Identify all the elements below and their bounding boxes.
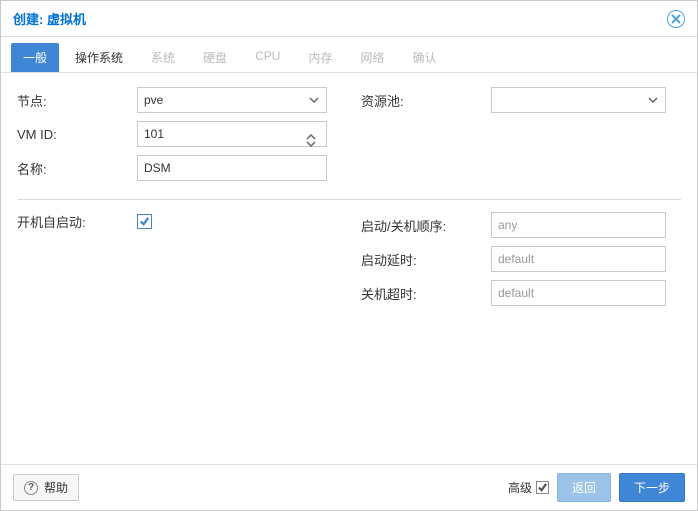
separator	[17, 199, 681, 200]
left-column: 节点: pve VM ID: 101	[17, 87, 337, 189]
advanced-toggle[interactable]: 高级	[508, 479, 549, 496]
close-icon[interactable]	[667, 10, 685, 28]
tab-confirm: 确认	[400, 43, 448, 72]
tab-os[interactable]: 操作系统	[63, 43, 135, 72]
order-input[interactable]: any	[491, 212, 666, 238]
help-label: 帮助	[44, 479, 68, 496]
advanced-label: 高级	[508, 479, 532, 496]
node-value: pve	[144, 93, 308, 107]
tab-cpu: CPU	[243, 43, 292, 72]
vmid-input[interactable]: 101	[137, 121, 327, 147]
pool-select[interactable]	[491, 87, 666, 113]
question-icon: ?	[24, 481, 38, 495]
content: 节点: pve VM ID: 101	[1, 73, 697, 464]
node-label: 节点:	[17, 91, 137, 110]
autostart-checkbox[interactable]	[137, 214, 152, 229]
pool-label: 资源池:	[361, 91, 491, 110]
vmid-value: 101	[144, 127, 306, 141]
titlebar: 创建: 虚拟机	[1, 1, 697, 37]
shutdown-label: 关机超时:	[361, 284, 491, 303]
delay-label: 启动延时:	[361, 250, 491, 269]
left-column-adv: 开机自启动:	[17, 212, 337, 314]
footer: ? 帮助 高级 返回 下一步	[1, 464, 697, 510]
tab-general[interactable]: 一般	[11, 43, 59, 72]
order-label: 启动/关机顺序:	[361, 216, 491, 235]
shutdown-value: default	[498, 286, 659, 300]
vmid-label: VM ID:	[17, 127, 137, 142]
tab-memory: 内存	[296, 43, 344, 72]
tab-network: 网络	[348, 43, 396, 72]
name-value: DSM	[144, 161, 320, 175]
tabs: 一般 操作系统 系统 硬盘 CPU 内存 网络 确认	[1, 37, 697, 73]
back-button[interactable]: 返回	[557, 473, 611, 502]
shutdown-input[interactable]: default	[491, 280, 666, 306]
autostart-label: 开机自启动:	[17, 212, 137, 231]
right-column-adv: 启动/关机顺序: any 启动延时: default	[361, 212, 681, 314]
right-column-top: 资源池:	[361, 87, 681, 189]
advanced-checkbox[interactable]	[536, 481, 549, 494]
node-select[interactable]: pve	[137, 87, 327, 113]
dialog-title: 创建: 虚拟机	[13, 9, 86, 28]
chevron-down-icon	[647, 94, 659, 106]
help-button[interactable]: ? 帮助	[13, 474, 79, 501]
name-label: 名称:	[17, 159, 137, 178]
delay-value: default	[498, 252, 659, 266]
order-value: any	[498, 218, 659, 232]
tab-system: 系统	[139, 43, 187, 72]
name-input[interactable]: DSM	[137, 155, 327, 181]
next-button[interactable]: 下一步	[619, 473, 685, 502]
spinner-icon[interactable]	[306, 128, 320, 141]
create-vm-dialog: 创建: 虚拟机 一般 操作系统 系统 硬盘 CPU 内存 网络 确认 节点: p…	[0, 0, 698, 511]
chevron-down-icon	[308, 94, 320, 106]
tab-disk: 硬盘	[191, 43, 239, 72]
delay-input[interactable]: default	[491, 246, 666, 272]
